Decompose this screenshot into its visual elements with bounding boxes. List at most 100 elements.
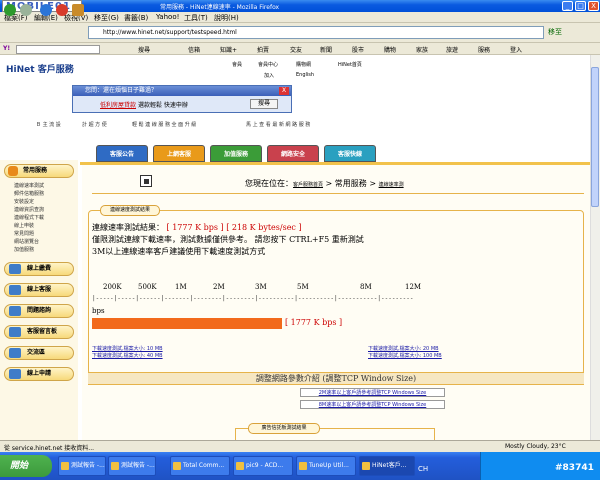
sidebar-button-apply-online[interactable]: 線上申請 [4, 367, 74, 381]
taskbar-item[interactable]: 測試報告 -... [58, 456, 106, 476]
taskbar-item-active[interactable]: HiNet客戶... [359, 456, 415, 476]
window-title: 常用服務 - HiNet連線速率 - Mozilla Firefox [160, 4, 280, 11]
minimize-button[interactable]: _ [562, 1, 573, 11]
slogan-text: 輕 鬆 連 線 服 務 全 面 升 級 [132, 122, 197, 128]
stop-icon[interactable] [56, 4, 68, 16]
taskbar-item[interactable]: Total Comm... [170, 456, 230, 476]
yahoo-service-button[interactable]: 服務 [478, 45, 490, 54]
yahoo-mail-button[interactable]: 信箱 [188, 45, 200, 54]
download-link-10mb[interactable]: 下載速度測試,檔案大小: 10 MB [92, 345, 163, 352]
yahoo-search-button[interactable]: 搜尋 [138, 45, 150, 54]
speed-bar [92, 318, 282, 329]
close-button[interactable]: X [588, 1, 599, 11]
menu-tools[interactable]: 工具(T) [184, 13, 208, 23]
download-link-100mb[interactable]: 下載速度測試,檔案大小: 100 MB [368, 352, 442, 359]
taskbar-item[interactable]: 測試報告 -... [108, 456, 156, 476]
sidebar-item-apply[interactable]: 線上申裝 [14, 222, 34, 229]
menu-help[interactable]: 說明(H) [214, 13, 239, 23]
toplink-hinet-home[interactable]: HiNet首頁 [338, 61, 362, 68]
tab-value-added[interactable]: 加值服務 [210, 145, 262, 162]
sidebar-item-mail[interactable]: 郵件信箱服務 [14, 190, 44, 197]
popup-ad-link[interactable]: 低利房屋貸款 [100, 102, 136, 109]
sidebar-button-forum[interactable]: 交流區 [4, 346, 74, 360]
address-bar[interactable]: http://www.hinet.net/support/testspeed.h… [88, 26, 544, 39]
menu-bar: 檔案(F) 編輯(E) 檢視(V) 移至(G) 書籤(B) Yahoo! 工具(… [0, 12, 600, 23]
sidebar-item-connection-info[interactable]: 連線資訊查詢 [14, 206, 44, 213]
menu-go[interactable]: 移至(G) [94, 13, 119, 23]
tab-network-security[interactable]: 網路安全 [267, 145, 319, 162]
tab-announcements[interactable]: 客服公告 [96, 145, 148, 162]
tcp-link-8m[interactable]: 8M速率以上客戶請參考調整TCP Windows Size [300, 400, 445, 409]
maximize-button[interactable]: □ [575, 1, 586, 11]
input-language[interactable]: CH [418, 465, 428, 473]
slogan-text: 馬 上 查 看 最 新 網 路 服 務 [246, 122, 311, 128]
download-link-20mb[interactable]: 下載速度測試,檔案大小: 20 MB [368, 345, 439, 352]
forward-icon[interactable] [20, 4, 32, 16]
test-note: 僅限測試連線下載速率，測試數據僅供參考。 請您按下 CTRL+F5 重新測試 [92, 235, 364, 244]
yahoo-travel-button[interactable]: 旅遊 [446, 45, 458, 54]
start-button[interactable]: 開始 [0, 455, 52, 477]
scale-label: 2M [213, 283, 225, 291]
yahoo-knowledge-button[interactable]: 知識+ [220, 45, 237, 54]
toplink-shop[interactable]: 購物網 [296, 61, 311, 68]
toplink-english[interactable]: English [296, 72, 314, 78]
sidebar-button-support[interactable]: 線上客服 [4, 283, 74, 297]
back-icon[interactable] [4, 4, 16, 16]
tcp-section-header: 調整網路參數介紹 (調整TCP Window Size) [88, 372, 584, 385]
status-bar: 從 service.hinet.net 接收資料... Mostly Cloud… [0, 440, 600, 452]
service-icon [8, 166, 18, 176]
sidebar-item-setup[interactable]: 安裝設定 [14, 198, 34, 205]
popup-ad-body: 低利房屋貸款 選款輕鬆 快速申辦 [100, 100, 188, 109]
toplink-join[interactable]: 加入 [264, 72, 274, 79]
sidebar-item-speed-test[interactable]: 連線速率測試 [14, 182, 44, 189]
breadcrumb: 您現在位在：客戶服務首頁 > 常用服務 > 連線速率測 [245, 179, 404, 188]
speed-bar-label: [ 1777 K bps ] [285, 318, 343, 327]
sidebar-item-browse[interactable]: 網站瀏覽台 [14, 238, 39, 245]
yahoo-search-input[interactable] [16, 45, 100, 54]
home-icon[interactable] [72, 4, 84, 16]
yahoo-family-button[interactable]: 家族 [416, 45, 428, 54]
sidebar-button-consult[interactable]: 問題諮詢 [4, 304, 74, 318]
speed-unit: bps [92, 307, 105, 315]
yahoo-login-button[interactable]: 登入 [510, 45, 522, 54]
app-icon [173, 462, 181, 470]
scale-label: 12M [405, 283, 422, 291]
menu-bookmarks[interactable]: 書籤(B) [124, 13, 148, 23]
billing-icon [9, 264, 21, 274]
sidebar-item-faq[interactable]: 常見問題 [14, 230, 34, 237]
yahoo-auction-button[interactable]: 拍賣 [257, 45, 269, 54]
slogan-text: 計 超 方 便 [82, 122, 107, 128]
toplink-member-center[interactable]: 會員中心 [258, 61, 278, 68]
yahoo-dating-button[interactable]: 交友 [290, 45, 302, 54]
popup-ad-close-icon[interactable]: X [279, 87, 289, 95]
sidebar-item-value-added[interactable]: 加值服務 [14, 246, 34, 253]
sidebar-item-download[interactable]: 連線程式下載 [14, 214, 44, 221]
support-icon [9, 285, 21, 295]
toplink-member[interactable]: 會員 [232, 61, 242, 68]
sidebar-button-message-board[interactable]: 客服留言板 [4, 325, 74, 339]
yahoo-shopping-button[interactable]: 購物 [384, 45, 396, 54]
go-button[interactable]: 移至 [548, 26, 578, 39]
reload-icon[interactable] [40, 4, 52, 16]
tab-hotline[interactable]: 客服快線 [324, 145, 376, 162]
breadcrumb-current-link[interactable]: 連線速率測 [379, 182, 404, 188]
sidebar-button-billing[interactable]: 線上繳費 [4, 262, 74, 276]
scrollbar-thumb[interactable] [591, 67, 599, 207]
ad-result-panel-label: 廣告信託板測試結果 [248, 423, 320, 434]
tcp-link-2m[interactable]: 2M速率以上客戶請參考調整TCP Windows Size [300, 388, 445, 397]
taskbar-item[interactable]: pic9 - ACD... [233, 456, 293, 476]
breadcrumb-home-link[interactable]: 客戶服務首頁 [293, 182, 323, 188]
yahoo-news-button[interactable]: 新聞 [320, 45, 332, 54]
divider [92, 193, 584, 194]
speed-bytes: [ 218 K bytes/sec ] [226, 223, 302, 232]
menu-yahoo[interactable]: Yahoo! [156, 13, 179, 21]
download-link-40mb[interactable]: 下載速度測試,檔案大小: 40 MB [92, 352, 163, 359]
yahoo-logo[interactable]: Y! [3, 45, 10, 52]
popup-ad-search-button[interactable]: 搜尋 [250, 99, 278, 109]
yahoo-stock-button[interactable]: 股市 [352, 45, 364, 54]
taskbar-item[interactable]: TuneUp Util... [296, 456, 356, 476]
hinet-logo[interactable]: HiNet 客戶服務 [6, 62, 74, 75]
tab-online-support[interactable]: 上網客服 [153, 145, 205, 162]
scale-label: 8M [360, 283, 372, 291]
watermark: #83741 [555, 463, 594, 473]
